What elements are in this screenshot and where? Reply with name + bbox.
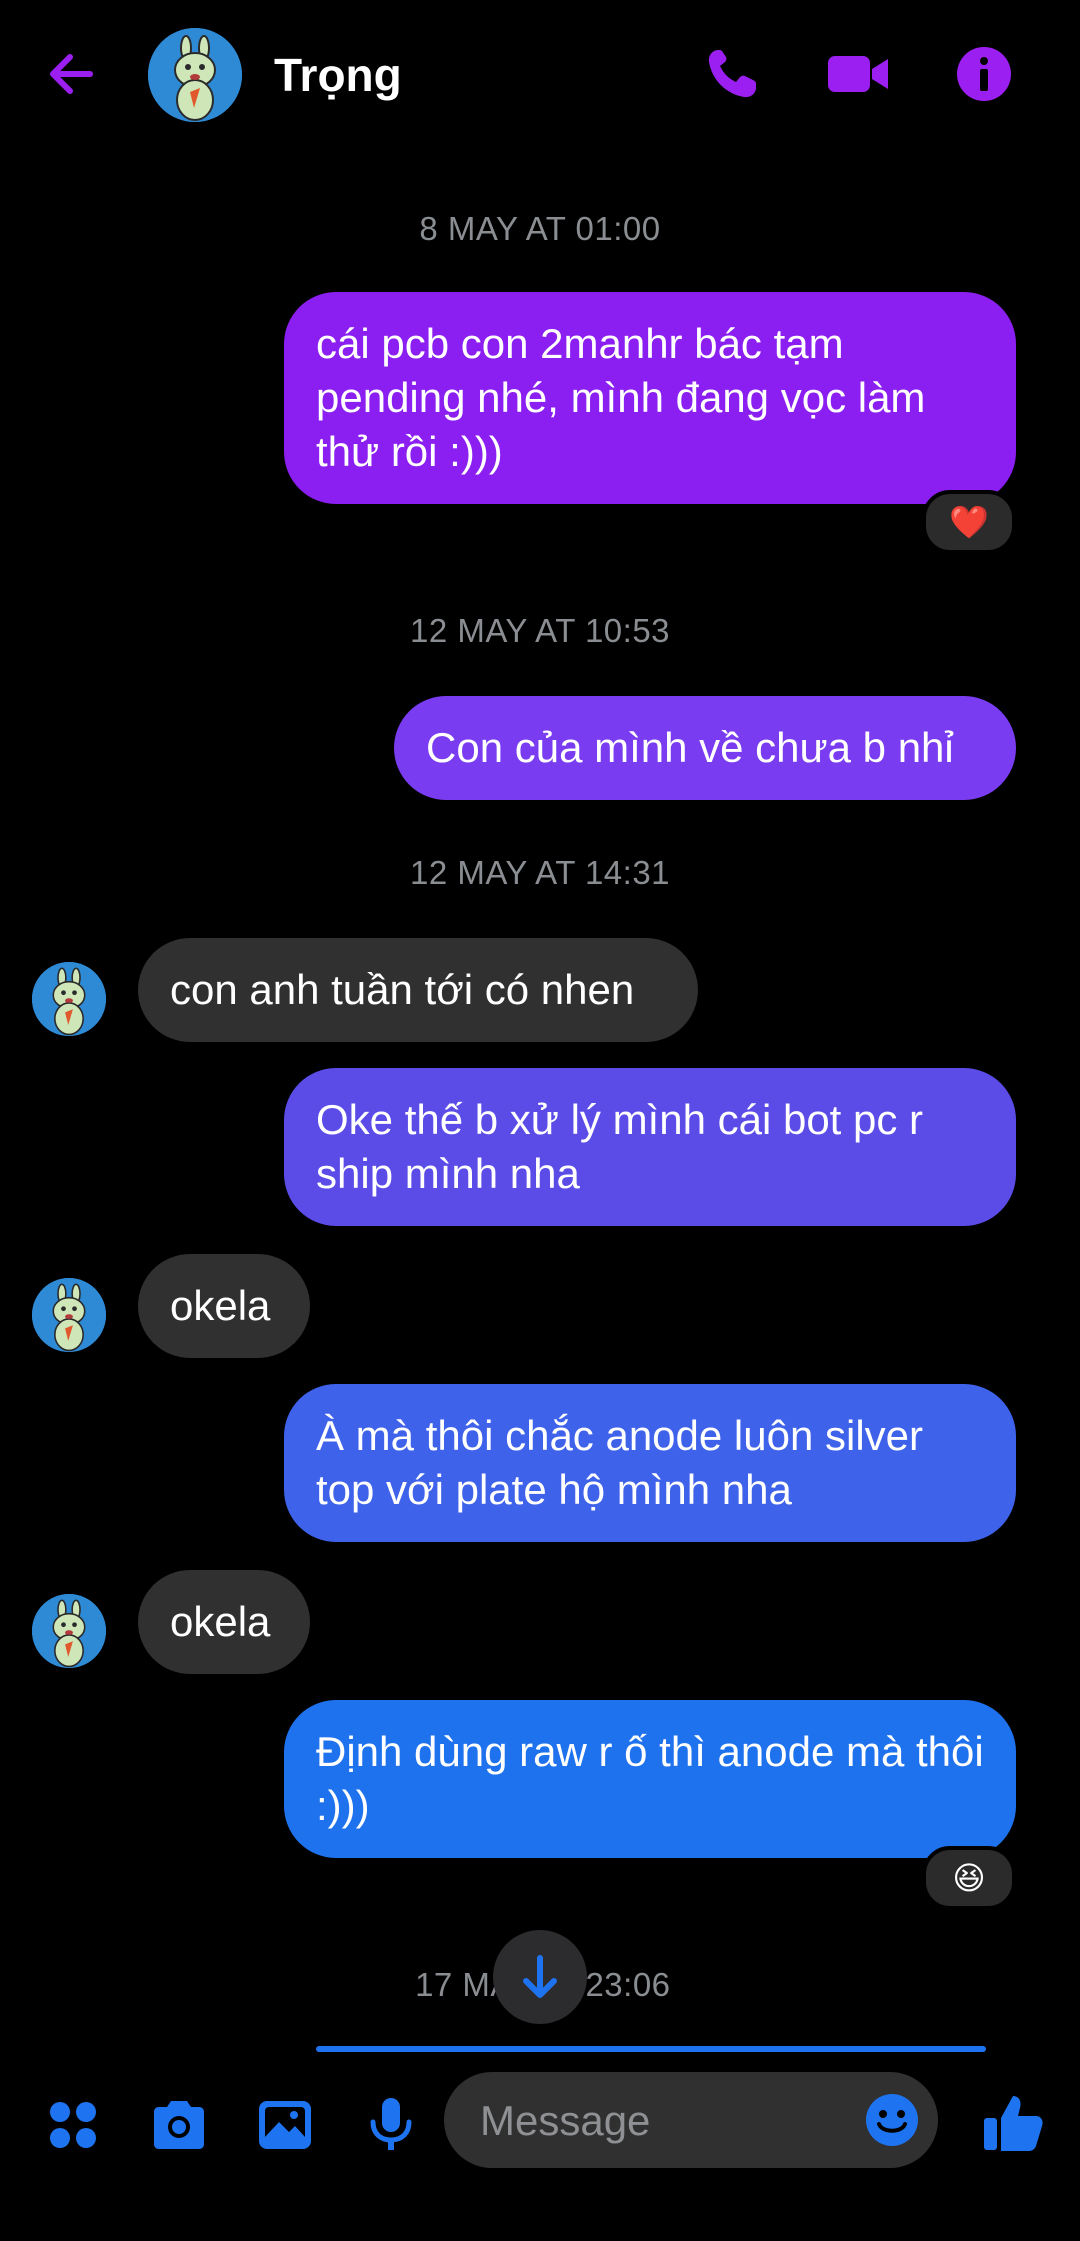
video-camera-icon[interactable]: [826, 42, 890, 106]
gallery-icon[interactable]: [252, 2092, 318, 2158]
scroll-to-bottom-button[interactable]: [493, 1930, 587, 2024]
phone-icon[interactable]: [700, 42, 764, 106]
bunny-avatar-icon: [32, 962, 106, 1036]
contact-avatar[interactable]: [148, 28, 242, 122]
outgoing-message[interactable]: Oke thế b xử lý mình cái bot pc r ship m…: [284, 1068, 1016, 1226]
bunny-avatar-icon: [32, 1278, 106, 1352]
message-input-container: [444, 2072, 938, 2170]
arrow-down-icon: [523, 1955, 557, 1998]
chat-header: Trọng: [0, 0, 1080, 150]
thumbs-up-icon[interactable]: [978, 2088, 1048, 2158]
contact-name[interactable]: Trọng: [274, 48, 402, 102]
contact-avatar-small[interactable]: [32, 1278, 106, 1352]
microphone-icon[interactable]: [358, 2092, 424, 2158]
bunny-avatar-icon: [32, 1594, 106, 1668]
emoji-icon[interactable]: [862, 2090, 922, 2150]
outgoing-message[interactable]: Con của mình về chưa b nhỉ: [394, 696, 1016, 800]
timestamp: 8 MAY AT 01:00: [419, 210, 661, 247]
back-arrow-icon[interactable]: [40, 42, 104, 106]
outgoing-message[interactable]: À mà thôi chắc anode luôn silver top với…: [284, 1384, 1016, 1542]
outgoing-message[interactable]: Định dùng raw r ố thì anode mà thôi :))): [284, 1700, 1016, 1858]
message-input[interactable]: [478, 2072, 842, 2170]
camera-icon[interactable]: [146, 2092, 212, 2158]
incoming-message[interactable]: okela: [138, 1254, 310, 1358]
contact-avatar-small[interactable]: [32, 1594, 106, 1668]
apps-icon[interactable]: [40, 2092, 106, 2158]
contact-avatar-small[interactable]: [32, 962, 106, 1036]
incoming-message[interactable]: okela: [138, 1570, 310, 1674]
laughing-reaction[interactable]: 😆: [922, 1846, 1016, 1910]
incoming-message[interactable]: con anh tuần tới có nhen: [138, 938, 698, 1042]
bunny-avatar-icon: [148, 28, 242, 122]
heart-reaction[interactable]: ❤️: [922, 490, 1016, 554]
timestamp: 12 MAY AT 14:31: [409, 854, 671, 891]
outgoing-message[interactable]: cái pcb con 2manhr bác tạm pending nhé, …: [284, 292, 1016, 504]
timestamp: 12 MAY AT 10:53: [409, 612, 671, 649]
info-icon[interactable]: [952, 42, 1016, 106]
